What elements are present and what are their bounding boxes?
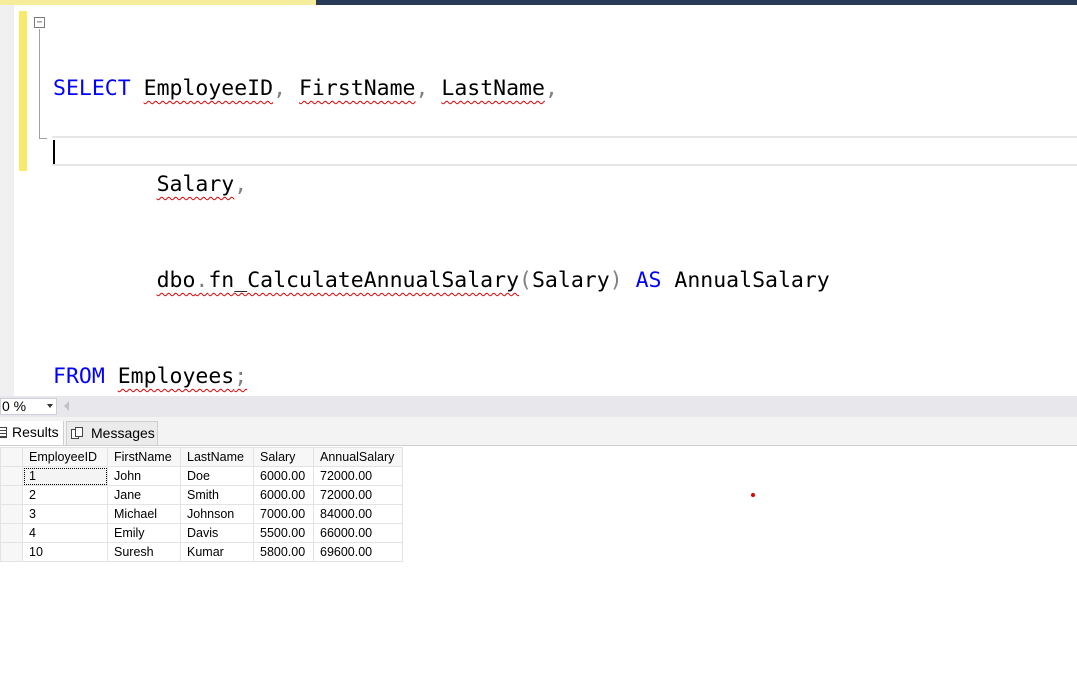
column-header[interactable]: AnnualSalary [313, 447, 403, 467]
sql-code[interactable]: SELECT EmployeeID, FirstName, LastName, … [53, 9, 830, 457]
close-paren: ) [609, 268, 623, 293]
grid-cell[interactable]: Davis [180, 523, 254, 543]
grid-cell[interactable]: 4 [22, 523, 108, 543]
code-line-4: FROM Employees; [53, 361, 830, 393]
table-name: Employees [117, 364, 235, 389]
grid-cell[interactable]: 72000.00 [313, 485, 403, 505]
scroll-left-icon[interactable] [64, 401, 69, 411]
grid-cell[interactable]: 72000.00 [313, 466, 403, 486]
row-header[interactable] [0, 466, 23, 486]
tab-results-label: Results [12, 424, 59, 440]
grid-cell[interactable]: Suresh [107, 542, 181, 562]
table-row[interactable]: 2 Jane Smith 6000.00 72000.00 [0, 485, 403, 505]
schema-dbo: dbo [156, 268, 196, 293]
zoom-scroll-bar: 0 % [0, 396, 1077, 417]
table-row[interactable]: 4 Emily Davis 5500.00 66000.00 [0, 523, 403, 543]
grid-cell[interactable]: Johnson [180, 504, 254, 524]
outline-line [39, 29, 40, 139]
change-tracking-bar [19, 11, 27, 171]
column-header[interactable]: FirstName [107, 447, 181, 467]
grid-cell[interactable]: Jane [107, 485, 181, 505]
keyword-from: FROM [53, 364, 105, 389]
row-header-corner[interactable] [0, 447, 23, 467]
code-line-2: Salary, [53, 169, 830, 201]
grid-cell[interactable]: 7000.00 [253, 504, 314, 524]
column-header[interactable]: EmployeeID [22, 447, 108, 467]
zoom-dropdown[interactable]: 0 % [0, 398, 57, 415]
column-salary: Salary [156, 172, 235, 197]
table-row[interactable]: 10 Suresh Kumar 5800.00 69600.00 [0, 542, 403, 562]
column-firstname: FirstName [298, 76, 416, 101]
code-line-3: dbo.fn_CalculateAnnualSalary(Salary) AS … [53, 265, 830, 297]
table-row[interactable]: 1 John Doe 6000.00 72000.00 [0, 466, 403, 486]
grid-cell[interactable]: John [107, 466, 181, 486]
zoom-value: 0 % [2, 398, 27, 414]
grid-cell[interactable]: Emily [107, 523, 181, 543]
outline-tick [39, 138, 47, 139]
grid-cell[interactable]: Kumar [180, 542, 254, 562]
results-grid-icon [0, 427, 7, 438]
grid-cell[interactable]: 1 [22, 466, 108, 486]
keyword-as: AS [635, 268, 662, 293]
grid-cell[interactable]: 2 [22, 485, 108, 505]
grid-cell[interactable]: 6000.00 [253, 485, 314, 505]
column-header[interactable]: LastName [180, 447, 254, 467]
grid-cell[interactable]: 5500.00 [253, 523, 314, 543]
tab-messages-label: Messages [91, 425, 155, 441]
tab-results[interactable]: Results [0, 421, 64, 445]
keyword-select: SELECT [53, 76, 131, 101]
code-line-1: SELECT EmployeeID, FirstName, LastName, [53, 73, 830, 105]
cursor-dot [751, 493, 755, 497]
messages-icon [71, 427, 83, 440]
column-employeeid: EmployeeID [143, 76, 274, 101]
comma: , [415, 76, 429, 101]
column-header[interactable]: Salary [253, 447, 314, 467]
query-editor[interactable]: − SELECT EmployeeID, FirstName, LastName… [0, 5, 1077, 396]
row-header[interactable] [0, 542, 23, 562]
function-name: fn_CalculateAnnualSalary [208, 268, 520, 293]
results-grid[interactable]: EmployeeID FirstName LastName Salary Ann… [0, 447, 403, 562]
grid-header-row: EmployeeID FirstName LastName Salary Ann… [0, 447, 403, 467]
results-tab-bar: Results Messages [0, 417, 1077, 446]
row-header[interactable] [0, 485, 23, 505]
row-header[interactable] [0, 504, 23, 524]
editor-gutter [0, 5, 14, 396]
tab-messages[interactable]: Messages [66, 421, 158, 445]
dot: . [195, 268, 209, 293]
column-lastname: LastName [441, 76, 545, 101]
comma: , [234, 172, 248, 197]
grid-cell[interactable]: Michael [107, 504, 181, 524]
grid-cell[interactable]: Doe [180, 466, 254, 486]
alias-annualsalary: AnnualSalary [674, 268, 830, 293]
grid-cell[interactable]: 10 [22, 542, 108, 562]
grid-cell[interactable]: Smith [180, 485, 254, 505]
open-paren: ( [519, 268, 532, 293]
semicolon: ; [234, 364, 248, 389]
function-call: dbo.fn_CalculateAnnualSalary [157, 268, 519, 293]
table-employees: Employees; [118, 364, 247, 389]
grid-cell[interactable]: 5800.00 [253, 542, 314, 562]
comma: , [273, 76, 287, 101]
grid-cell[interactable]: 6000.00 [253, 466, 314, 486]
row-header[interactable] [0, 523, 23, 543]
grid-cell[interactable]: 69600.00 [313, 542, 403, 562]
comma: , [544, 76, 558, 101]
dropdown-arrow-icon[interactable] [47, 404, 53, 408]
grid-cell[interactable]: 3 [22, 504, 108, 524]
argument-salary: Salary [531, 268, 610, 293]
grid-cell[interactable]: 84000.00 [313, 504, 403, 524]
grid-cell[interactable]: 66000.00 [313, 523, 403, 543]
collapse-box-icon[interactable]: − [34, 17, 45, 28]
table-row[interactable]: 3 Michael Johnson 7000.00 84000.00 [0, 504, 403, 524]
